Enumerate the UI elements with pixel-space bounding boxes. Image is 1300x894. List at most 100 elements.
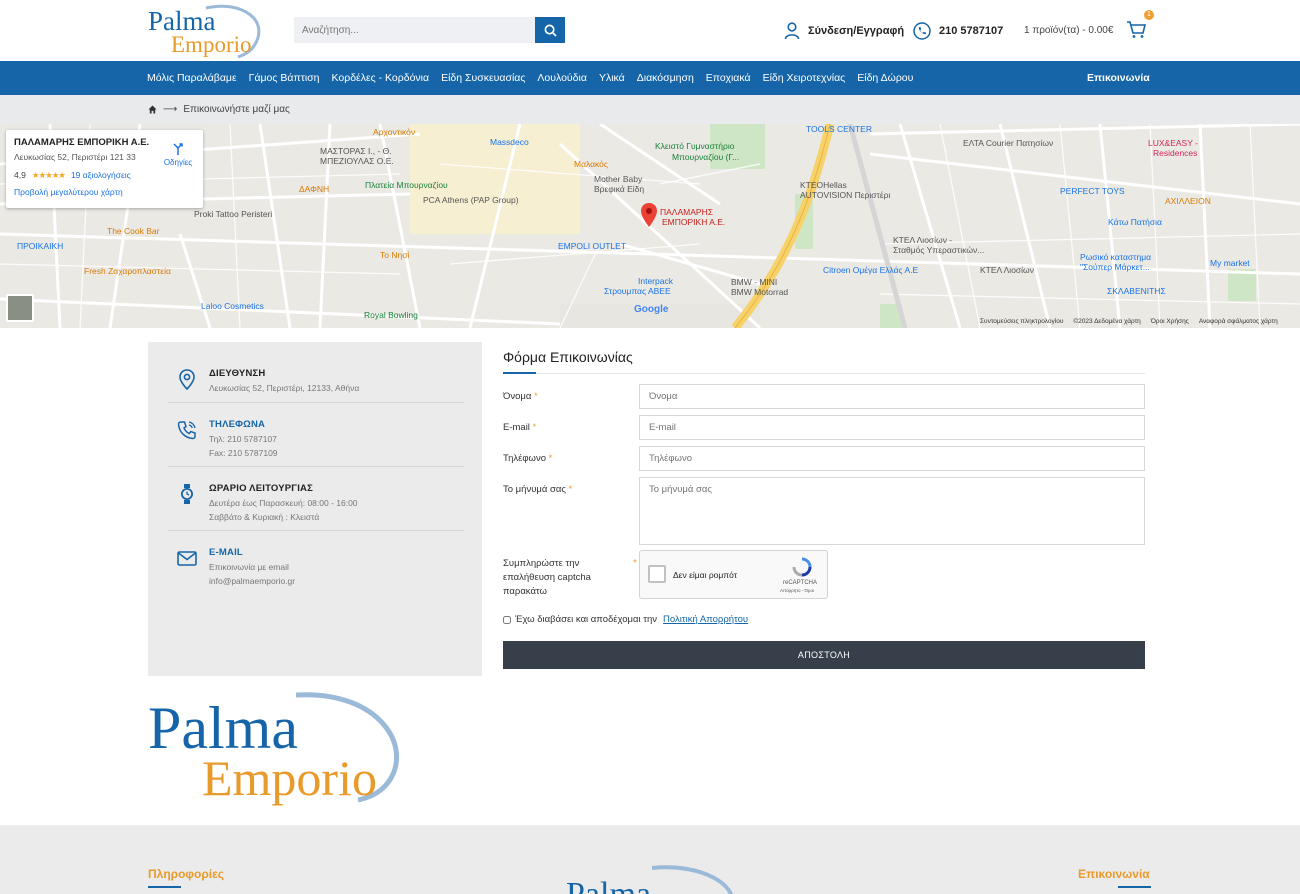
recaptcha-terms[interactable]: Απόρρητο - Όροι <box>780 588 814 593</box>
name-label: Όνομα * <box>503 391 538 402</box>
login-label: Σύνδεση/Εγγραφή <box>808 25 905 37</box>
recaptcha-checkbox[interactable] <box>648 565 666 583</box>
search-button[interactable] <box>535 17 565 43</box>
policy-checkbox[interactable] <box>503 615 511 624</box>
map-poi[interactable]: Αρχοντικόν <box>373 127 415 137</box>
cart-count-badge: 1 <box>1144 10 1154 20</box>
map-poi[interactable]: Μαλακός <box>574 159 608 169</box>
map-poi[interactable]: Laloo Cosmetics <box>201 301 264 311</box>
nav-item-crafts[interactable]: Είδη Χειροτεχνίας <box>762 72 847 84</box>
map-poi[interactable]: Πλατεία Μπουρναζίου <box>365 180 448 190</box>
map-poi[interactable]: Κάτω Πατήσια <box>1108 217 1162 227</box>
map-poi[interactable]: Κλειστό Γυμναστήριο <box>655 141 734 151</box>
privacy-policy-link[interactable]: Πολιτική Απορρήτου <box>663 614 748 625</box>
directions-button[interactable]: Οδηγίες <box>158 142 198 167</box>
map-poi[interactable]: My market <box>1210 258 1250 268</box>
nav-menu: Μόλις Παραλάβαμε Γάμος Βάπτιση Κορδέλες … <box>146 61 924 95</box>
fax-line: Fax: 210 5787109 <box>209 448 278 458</box>
home-icon[interactable] <box>148 105 157 114</box>
search-icon <box>544 24 557 37</box>
nav-item-ribbons[interactable]: Κορδέλες - Κορδόνια <box>331 72 431 84</box>
map-poi[interactable]: Ρωσικό καταστημα <box>1080 252 1151 262</box>
footer-info-title: Πληροφορίες <box>148 867 225 881</box>
captcha-label: Συμπληρώστε την επαλήθευση captcha παρακ… <box>503 558 591 597</box>
map-poi[interactable]: Fresh Ζαχαροπλαστεία <box>84 266 171 276</box>
logo-word2: Emporio <box>202 750 377 806</box>
map-poi[interactable]: AUTOVISION Περιστέρι <box>800 190 890 200</box>
message-label: Το μήνυμά σας * <box>503 484 573 495</box>
cart-summary[interactable]: 1 προϊόν(τα) - 0.00€ <box>1024 25 1113 36</box>
map-poi[interactable]: LUX&EASY - <box>1148 138 1198 148</box>
map-poi[interactable]: BMW - MINI <box>731 277 777 287</box>
email-address[interactable]: info@palmaemporio.gr <box>209 576 295 586</box>
site-logo[interactable]: Palma Emporio <box>146 2 266 58</box>
map-poi[interactable]: "Σούπερ Μάρκετ... <box>1080 262 1150 272</box>
map-poi[interactable]: PERFECT TOYS <box>1060 186 1125 196</box>
map-poi[interactable]: Citroen Ομέγα Ελλάς Α.Ε <box>823 265 918 275</box>
nav-item-wedding-baptism[interactable]: Γάμος Βάπτιση <box>248 72 321 84</box>
map-poi[interactable]: ΚΤΕΟHellas <box>800 180 847 190</box>
logo-word2: Emporio <box>171 32 252 57</box>
phone-icon <box>177 421 196 440</box>
map-poi[interactable]: ΣΚΛΑΒΕΝΙΤΗΣ <box>1107 286 1166 296</box>
cart-icon[interactable] <box>1125 18 1147 40</box>
nav-item-decoration[interactable]: Διακόσμηση <box>636 72 695 84</box>
bigger-map-link[interactable]: Προβολή μεγαλύτερου χάρτη <box>14 187 195 197</box>
map-poi[interactable]: ΕΛΤΑ Courier Πατησίων <box>963 138 1053 148</box>
map-poi[interactable]: ΔΑΦΝΗ <box>299 184 329 194</box>
map-poi[interactable]: BMW Motorrad <box>731 287 788 297</box>
map-poi[interactable]: Σταθμός Υπεραστικών... <box>893 245 984 255</box>
map-poi[interactable]: Mother Baby <box>594 174 642 184</box>
nav-item-new-arrivals[interactable]: Μόλις Παραλάβαμε <box>146 72 238 84</box>
google-map[interactable]: Αρχοντικόν Massdeco ΜΑΣΤΟΡΑΣ Ι., - Θ. ΜΠ… <box>0 124 1300 328</box>
map-poi[interactable]: Το Νησί <box>380 250 409 260</box>
terms-link[interactable]: Όροι Χρήσης <box>1151 318 1189 325</box>
map-poi-company[interactable]: ΕΜΠΟΡΙΚΗ Α.Ε. <box>662 217 725 227</box>
map-poi[interactable]: The Cook Bar <box>107 226 159 236</box>
submit-button[interactable]: ΑΠΟΣΤΟΛΗ <box>503 641 1145 669</box>
nav-item-contact[interactable]: Επικοινωνία <box>1087 72 1150 84</box>
email-label: E-mail * <box>503 422 537 433</box>
login-link[interactable]: Σύνδεση/Εγγραφή <box>784 21 904 41</box>
message-textarea[interactable] <box>639 477 1145 545</box>
map-poi[interactable]: ΑΧΙΛΛΕΙΟΝ <box>1165 196 1211 206</box>
map-poi[interactable]: Royal Bowling <box>364 310 418 320</box>
phone-line: Τηλ: 210 5787107 <box>209 434 277 444</box>
divider <box>168 402 464 403</box>
map-poi[interactable]: Massdeco <box>490 137 529 147</box>
map-poi[interactable]: ΜΠΕΖΙΟΥΛΑΣ Ο.Ε. <box>320 156 394 166</box>
map-poi[interactable]: TOOLS CENTER <box>806 124 872 134</box>
nav-item-packaging[interactable]: Είδη Συσκευασίας <box>440 72 526 84</box>
map-poi[interactable]: ΚΤΕΛ Λιοσίων <box>980 265 1034 275</box>
map-poi[interactable]: PCA Athens (PAP Group) <box>423 195 519 205</box>
user-icon <box>784 22 800 40</box>
map-poi[interactable]: Βρεφικά Είδη <box>594 184 644 194</box>
map-poi[interactable]: ΠΡΟΙΚΑΙΚΗ <box>17 241 63 251</box>
map-poi[interactable]: ΚΤΕΛ Λιοσίων - <box>893 235 952 245</box>
nav-item-gifts[interactable]: Είδη Δώρου <box>856 72 914 84</box>
map-marker-icon[interactable] <box>640 202 658 228</box>
breadcrumb: ⟶ Επικοινωνήστε μαζί μας <box>0 95 1300 124</box>
name-input[interactable] <box>639 384 1145 409</box>
map-poi[interactable]: Residences <box>1153 148 1197 158</box>
map-poi[interactable]: Proki Tattoo Peristeri <box>194 209 272 219</box>
header-phone[interactable]: 210 5787107 <box>913 21 1003 41</box>
nav-item-seasonal[interactable]: Εποχιακά <box>705 72 752 84</box>
report-error-link[interactable]: Αναφορά σφάλματος χάρτη <box>1199 318 1278 325</box>
phone-input[interactable] <box>639 446 1145 471</box>
search-input[interactable] <box>294 17 535 43</box>
map-poi[interactable]: Μπουρναζίου (Γ... <box>672 152 739 162</box>
recaptcha-widget: Δεν είμαι ρομπότ reCAPTCHA Απόρρητο - Όρ… <box>639 550 828 599</box>
nav-item-materials[interactable]: Υλικά <box>598 72 626 84</box>
recaptcha-logo-icon <box>792 557 812 577</box>
map-poi[interactable]: EMPOLI OUTLET <box>558 241 626 251</box>
map-poi[interactable]: Στρουμπας ΑΒΕΕ <box>604 286 671 296</box>
email-input[interactable] <box>639 415 1145 440</box>
nav-item-flowers[interactable]: Λουλούδια <box>536 72 588 84</box>
satellite-toggle[interactable] <box>6 294 34 322</box>
keyboard-shortcuts-link[interactable]: Συντομεύσεις πληκτρολογίου <box>980 318 1063 325</box>
map-poi[interactable]: Interpack <box>638 276 673 286</box>
reviews-link[interactable]: 19 αξιολογήσεις <box>71 170 131 181</box>
map-poi[interactable]: ΜΑΣΤΟΡΑΣ Ι., - Θ. <box>320 146 392 156</box>
map-poi-company[interactable]: ΠΑΛΑΜΑΡΗΣ <box>660 207 713 217</box>
